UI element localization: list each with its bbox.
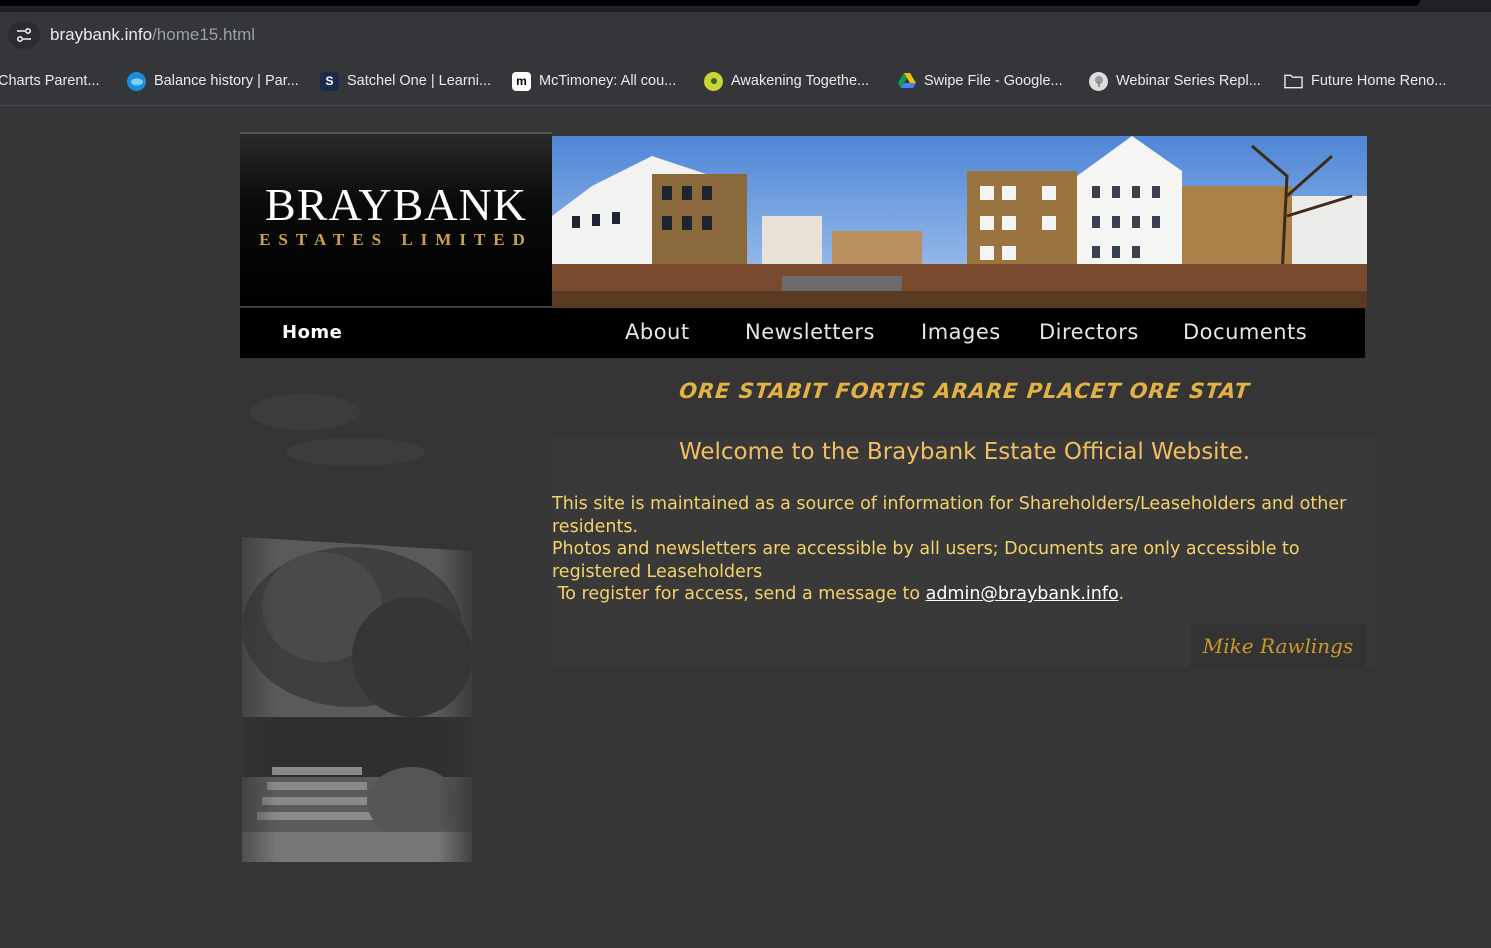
web-page: BRAYBANK ESTATES LIMITED Home About News… [0,107,1491,948]
bookmark-label: Balance history | Par... [154,73,299,89]
url-path: /home15.html [152,25,256,44]
logo-subtitle: ESTATES LIMITED [259,230,533,249]
nav-images[interactable]: Images [921,320,1001,344]
estate-motto: ORE STABIT FORTIS ARARE PLACET ORE STAT [677,379,1252,403]
signature-image: Mike Rawlings [1190,624,1366,668]
bookmark-label: Charts Parent... [0,73,100,89]
paragraph-register: To register for access, send a message t… [552,583,1362,606]
welcome-panel: Welcome to the Braybank Estate Official … [552,437,1377,668]
paragraph-purpose: This site is maintained as a source of i… [552,494,1347,537]
nav-directors[interactable]: Directors [1039,320,1139,344]
bookmark-label: Webinar Series Repl... [1116,73,1261,89]
faded-sidebar-decoration [245,382,485,492]
google-drive-icon [897,72,916,91]
nav-documents[interactable]: Documents [1183,320,1307,344]
admin-email-link[interactable]: admin@braybank.info [926,584,1119,604]
nav-about[interactable]: About [625,320,690,344]
active-tab-edge [0,0,1420,6]
bookmark-label: McTimoney: All cou... [539,73,677,89]
logo-name: BRAYBANK [265,179,527,230]
site-info-icon[interactable] [8,21,40,49]
garden-steps-photo [242,537,472,862]
bookmark-awakening-together[interactable]: Awakening Togethe... [704,70,869,92]
bookmark-balance-history[interactable]: Balance history | Par... [127,70,299,92]
welcome-text: This site is maintained as a source of i… [552,493,1362,606]
flower-icon [704,71,723,91]
bookmark-mctimoney[interactable]: m McTimoney: All cou... [512,70,676,92]
register-text: To register for access, send a message t… [552,584,926,605]
url-host: braybank.info [50,25,153,44]
site-logo[interactable]: BRAYBANK ESTATES LIMITED [240,132,552,307]
bookmark-swipe-file[interactable]: Swipe File - Google... [897,70,1063,92]
nav-home[interactable]: Home [282,322,342,343]
satchel-icon: S [320,71,339,91]
bookmark-satchel-one[interactable]: S Satchel One | Learni... [320,70,491,92]
url-text[interactable]: braybank.info/home15.html [50,25,255,45]
address-bar[interactable]: braybank.info/home15.html [0,12,1491,56]
welcome-heading: Welcome to the Braybank Estate Official … [678,439,1251,465]
bookmark-label: Swipe File - Google... [924,73,1063,89]
tree-icon [1089,71,1108,91]
m-icon: m [512,71,531,91]
bookmark-label: Awakening Togethe... [731,73,870,89]
bookmark-label: Satchel One | Learni... [347,73,492,89]
bookmark-future-home-reno[interactable]: Future Home Reno... [1284,70,1446,92]
bookmark-label: Future Home Reno... [1311,73,1447,89]
main-navigation: Home About Newsletters Images Directors … [240,308,1365,358]
nav-newsletters[interactable]: Newsletters [745,320,875,344]
paragraph-access: Photos and newsletters are accessible by… [552,539,1300,582]
bookmark-charts-parent[interactable]: Charts Parent... [0,70,100,92]
tab-strip [0,0,1491,12]
register-period: . [1118,584,1125,605]
cloud-icon [127,71,146,91]
bookmark-webinar-series[interactable]: Webinar Series Repl... [1089,70,1261,92]
folder-icon [1284,72,1303,91]
header-banner-image [552,136,1367,308]
bookmarks-bar: Charts Parent... Balance history | Par..… [0,56,1491,106]
